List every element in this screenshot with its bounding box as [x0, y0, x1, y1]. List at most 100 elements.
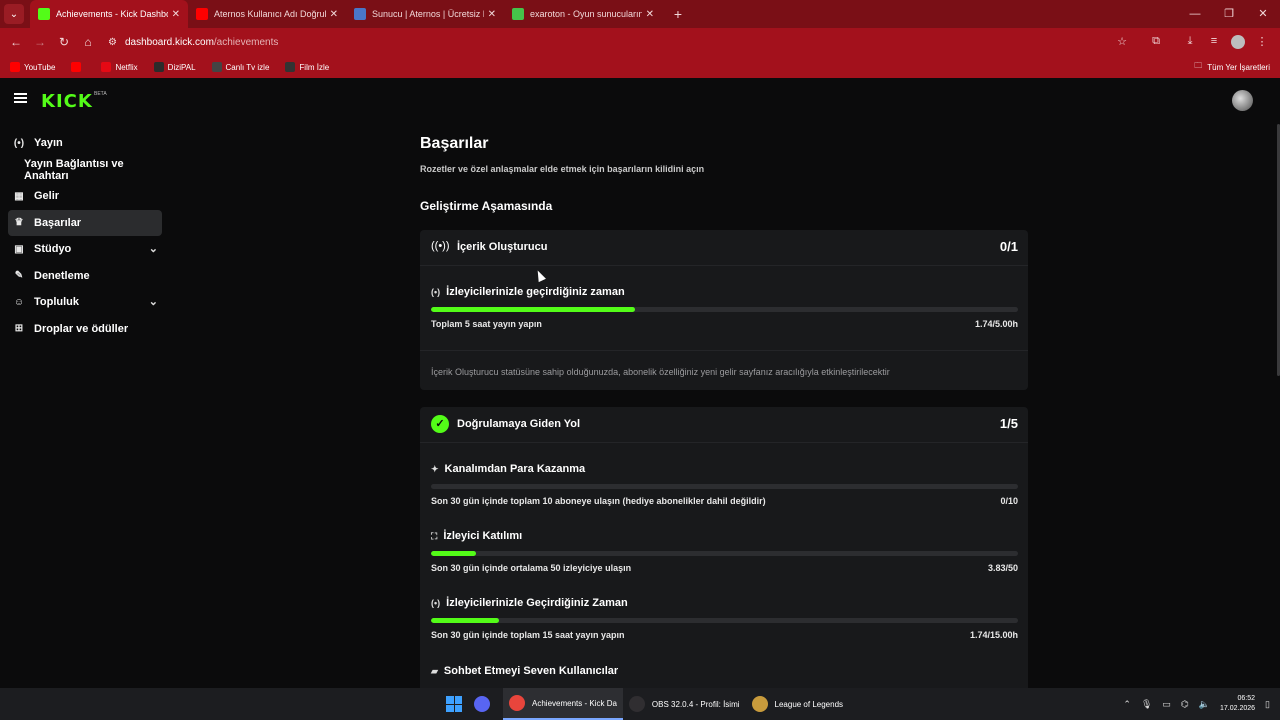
browser-tab[interactable]: Aternos Kullanıcı Adı Doğrulama ✕: [188, 0, 346, 28]
browser-tab-strip: ⌄ Achievements - Kick Dashboard✕Aternos …: [0, 0, 1280, 28]
chat-icon: ▰: [431, 666, 438, 676]
extensions-icon[interactable]: ⧉: [1144, 35, 1168, 49]
tab-title: exaroton - Oyun sunucularında: [530, 9, 642, 19]
task-description: Toplam 5 saat yayın yapın: [431, 319, 542, 329]
bookmark-item[interactable]: [71, 62, 85, 72]
tab-search-icon[interactable]: ⌄: [4, 4, 24, 24]
bookmark-item[interactable]: Netflix: [101, 62, 138, 72]
trophy-icon: ♛: [14, 217, 24, 229]
task-description: Son 30 gün içinde toplam 15 saat yayın y…: [431, 630, 625, 640]
clock-time: 06:52: [1237, 695, 1256, 702]
kick-logo[interactable]: KICK: [41, 91, 93, 112]
notification-icon[interactable]: ▯: [1265, 699, 1270, 710]
page-title: Başarılar: [420, 135, 489, 152]
taskbar-item[interactable]: OBS 32.0.4 - Profil: İsimi: [623, 688, 746, 720]
task-progress-value: 1.74/15.00h: [969, 630, 1018, 640]
tab-close-icon[interactable]: ✕: [488, 9, 496, 20]
chevron-down-icon[interactable]: ⌄: [149, 242, 158, 255]
task-progress-value: 1.74/5.00h: [974, 319, 1018, 329]
sidebar-item[interactable]: (•) Yayın: [8, 130, 162, 157]
taskbar-item[interactable]: League of Legends: [746, 688, 850, 720]
home-icon[interactable]: ⌂: [76, 35, 100, 49]
youtube-icon: [10, 62, 20, 72]
bookmark-item[interactable]: DiziPAL: [153, 62, 196, 72]
card-count: 0/1: [999, 239, 1018, 254]
taskbar-item[interactable]: [468, 688, 503, 720]
tab-close-icon[interactable]: ✕: [172, 9, 180, 20]
clock[interactable]: 06:52 17.02.2026: [1220, 694, 1255, 714]
url-host: dashboard.kick.com: [124, 36, 214, 48]
browser-tab[interactable]: Sunucu | Aternos | Ücretsiz Min ✕: [346, 0, 504, 28]
back-icon[interactable]: ←: [4, 35, 28, 49]
new-tab-button[interactable]: +: [668, 6, 688, 22]
sidebar-item-label: Başarılar: [34, 216, 82, 229]
youtube-icon: [196, 8, 208, 20]
task-progress-value: 0/10: [1000, 496, 1018, 506]
card-note: İçerik Oluşturucu statüsüne sahip olduğu…: [431, 367, 890, 377]
microphone-icon[interactable]: 🎙: [1141, 699, 1152, 710]
profile-avatar-icon[interactable]: [1231, 35, 1245, 49]
sparkle-icon: ✦: [431, 464, 439, 474]
bookmark-item[interactable]: Canlı Tv izle: [211, 62, 269, 72]
task-title: İzleyicilerinizle geçirdiğiniz zaman: [446, 286, 625, 298]
chevron-down-icon[interactable]: ⌄: [149, 295, 158, 308]
bookmark-item[interactable]: Film İzle: [285, 62, 329, 72]
progress-bar: [431, 618, 1018, 623]
forward-icon[interactable]: →: [28, 35, 52, 49]
browser-tab[interactable]: Achievements - Kick Dashboard ✕: [30, 0, 188, 28]
film-icon: [285, 62, 296, 72]
netflix-icon: [101, 62, 112, 72]
broadcast-icon: (•): [431, 598, 441, 608]
verified-check-icon: ✓: [431, 415, 449, 433]
windows-start-icon: [446, 696, 462, 712]
task-progress-value: 3.83/50: [987, 563, 1018, 573]
sidebar-item[interactable]: ⊞ Droplar ve ödüller: [8, 316, 162, 343]
close-window-icon[interactable]: ✕: [1246, 0, 1280, 28]
sidebar-item-label: Yayın Bağlantısı ve Anahtarı: [24, 157, 124, 182]
window-controls: — ❐ ✕: [1178, 0, 1280, 28]
viewers-icon: ⛶: [431, 531, 438, 541]
network-icon[interactable]: ⌬: [1181, 699, 1189, 710]
sidebar-item[interactable]: Yayın Bağlantısı ve Anahtarı: [8, 157, 162, 184]
kick-icon: [38, 8, 50, 20]
exaroton-icon: [512, 8, 524, 20]
url-input[interactable]: ⚙ dashboard.kick.com/achievements: [108, 32, 1110, 52]
tab-close-icon[interactable]: ✕: [646, 9, 654, 20]
progress-fill: [431, 618, 500, 623]
maximize-icon[interactable]: ❐: [1212, 0, 1246, 28]
sidebar-item[interactable]: ♛ Başarılar: [8, 209, 162, 236]
bookmark-label: Film İzle: [299, 62, 330, 72]
menu-icon[interactable]: [14, 93, 27, 103]
sidebar-item[interactable]: ▣ Stüdyo ⌄: [8, 236, 162, 263]
chevron-up-icon[interactable]: ⌃: [1123, 699, 1131, 710]
bookmark-item[interactable]: YouTube: [10, 62, 55, 72]
sidebar-item[interactable]: ✎ Denetleme: [8, 263, 162, 290]
volume-icon[interactable]: 🔈: [1199, 699, 1210, 710]
bookmark-star-icon[interactable]: ☆: [1110, 35, 1134, 49]
folder-icon: 🗀: [1194, 61, 1203, 70]
achievement-card-content-creator: ((•)) İçerik Oluşturucu 0/1 (•) İzleyicil…: [420, 230, 1028, 390]
minimize-icon[interactable]: —: [1178, 0, 1212, 28]
divider: [420, 350, 1028, 351]
reload-icon[interactable]: ↻: [52, 35, 76, 49]
sidebar-item[interactable]: ▦ Gelir: [8, 183, 162, 210]
site-info-icon[interactable]: ⚙: [108, 37, 117, 48]
all-bookmarks-button[interactable]: 🗀 Tüm Yer İşaretleri: [1194, 56, 1270, 78]
broadcast-icon: (•): [431, 287, 441, 297]
task-description: Son 30 gün içinde ortalama 50 izleyiciye…: [431, 563, 632, 573]
browser-menu-icon[interactable]: ⋮: [1250, 35, 1274, 49]
taskbar-item[interactable]: [440, 688, 468, 720]
task-description: Son 30 gün içinde toplam 10 aboneye ulaş…: [431, 496, 766, 506]
revenue-icon: ▦: [14, 190, 24, 202]
tab-close-icon[interactable]: ✕: [330, 9, 338, 20]
bookmark-label: YouTube: [24, 62, 56, 72]
download-icon[interactable]: ⤓: [1178, 35, 1202, 49]
taskbar-item[interactable]: Achievements - Kick Da: [503, 688, 623, 720]
browser-tab[interactable]: exaroton - Oyun sunucularında ✕: [504, 0, 662, 28]
url-path: /achievements: [213, 36, 279, 48]
sidebar-item[interactable]: ☺ Topluluk ⌄: [8, 289, 162, 316]
media-control-icon[interactable]: ≡: [1202, 35, 1226, 49]
display-icon[interactable]: ▭: [1162, 699, 1171, 710]
user-avatar[interactable]: [1232, 90, 1253, 111]
progress-bar: [431, 551, 1018, 556]
